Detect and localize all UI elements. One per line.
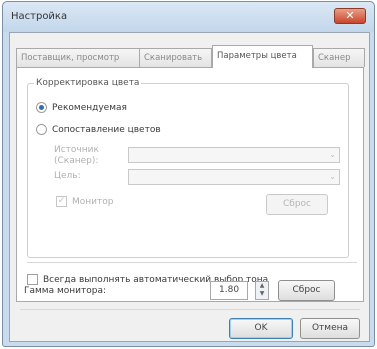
radio-recommended-row[interactable]: Рекомендуемая xyxy=(36,102,127,113)
radio-matching-label: Сопоставление цветов xyxy=(52,124,161,135)
window-title: Настройка xyxy=(11,11,68,22)
tab-scan[interactable]: Сканировать xyxy=(139,48,212,67)
monitor-checkbox[interactable]: ✓ xyxy=(56,196,67,207)
radio-recommended-label: Рекомендуемая xyxy=(52,102,127,113)
ok-button[interactable]: OK xyxy=(229,318,293,339)
radio-color-matching[interactable] xyxy=(36,124,47,135)
tab-preview[interactable]: Поставщик, просмотр xyxy=(16,48,140,67)
close-icon: ✕ xyxy=(345,9,355,22)
spin-updown-icon[interactable]: ▲ ▼ xyxy=(255,281,269,300)
color-settings-page: Корректировка цвета Рекомендуемая Сопост… xyxy=(16,67,364,302)
source-label: Источник (Сканер): xyxy=(54,145,99,167)
dialog-body: Поставщик, просмотр Сканировать Параметр… xyxy=(9,32,370,342)
divider xyxy=(27,262,357,263)
target-label: Цель: xyxy=(54,171,81,181)
chevron-down-icon: ⌄ xyxy=(329,172,336,181)
radio-recommended[interactable] xyxy=(36,102,47,113)
settings-dialog: Настройка ✕ Поставщик, просмотр Сканиров… xyxy=(2,1,375,347)
target-select[interactable]: ⌄ xyxy=(128,169,340,185)
radio-matching-row[interactable]: Сопоставление цветов xyxy=(36,124,161,135)
tab-color-settings[interactable]: Параметры цвета xyxy=(212,45,313,68)
color-correction-group: Корректировка цвета Рекомендуемая Сопост… xyxy=(27,78,349,258)
source-label-line1: Источник xyxy=(54,145,99,155)
cancel-button[interactable]: Отмена xyxy=(300,318,360,339)
auto-exposure-checkbox[interactable] xyxy=(27,274,38,285)
source-label-line2: (Сканер): xyxy=(54,156,99,166)
title-bar: Настройка ✕ xyxy=(3,2,374,32)
gamma-label: Гамма монитора: xyxy=(24,286,106,296)
source-select[interactable]: ⌄ xyxy=(128,147,340,163)
close-button[interactable]: ✕ xyxy=(334,8,366,24)
gamma-input[interactable]: 1.80 xyxy=(210,281,248,300)
chevron-down-icon: ⌄ xyxy=(329,150,336,159)
color-correction-legend: Корректировка цвета xyxy=(36,78,140,88)
footer-divider xyxy=(20,309,360,310)
tab-scanner[interactable]: Сканер xyxy=(313,48,365,67)
gamma-reset-button[interactable]: Сброс xyxy=(278,280,335,301)
monitor-checkbox-row[interactable]: ✓ Монитор xyxy=(56,196,113,207)
color-reset-button[interactable]: Сброс xyxy=(266,194,328,215)
monitor-checkbox-label: Монитор xyxy=(72,196,114,207)
